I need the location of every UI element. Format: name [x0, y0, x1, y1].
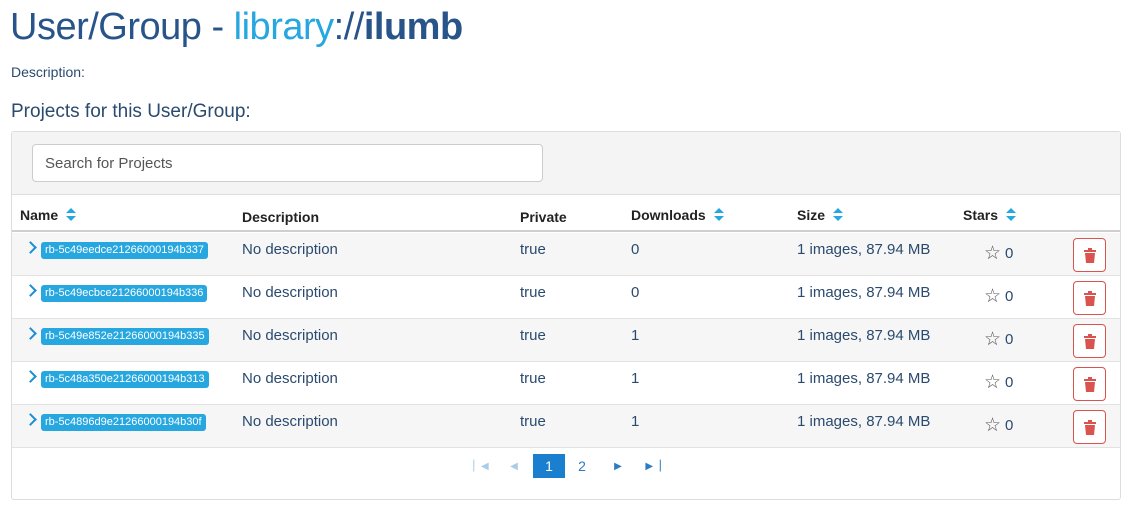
table-row: rb-5c49ecbce21266000194b336 No descripti…: [12, 276, 1120, 319]
next-page-icon[interactable]: ▶: [613, 454, 623, 478]
project-private: true: [520, 370, 546, 387]
project-stars: ☆ 0: [984, 416, 1013, 435]
star-icon[interactable]: ☆: [984, 244, 1001, 263]
column-header-stars-label: Stars: [963, 207, 999, 223]
star-icon[interactable]: ☆: [984, 373, 1001, 392]
project-size: 1 images, 87.94 MB: [797, 284, 931, 301]
column-header-downloads[interactable]: Downloads: [631, 207, 724, 223]
prev-page-icon[interactable]: ◀: [509, 454, 519, 478]
project-private: true: [520, 284, 546, 301]
column-header-private: Private: [520, 209, 567, 225]
project-description: No description: [242, 413, 338, 430]
pagination: ▏◀ ◀ 1 2 ▶ ▶▕: [12, 454, 1120, 480]
delete-project-button[interactable]: [1073, 281, 1106, 315]
sort-icon[interactable]: [66, 208, 77, 222]
title-separator: ://: [333, 6, 365, 48]
project-name-tag[interactable]: rb-5c49eedce21266000194b337: [41, 242, 209, 259]
project-stars-count: 0: [1005, 417, 1014, 434]
project-name-tag[interactable]: rb-5c49e852e21266000194b335: [41, 328, 209, 345]
project-name-tag[interactable]: rb-5c49ecbce21266000194b336: [41, 285, 208, 302]
expand-chevron-icon[interactable]: [24, 327, 37, 340]
project-description: No description: [242, 370, 338, 387]
column-header-name[interactable]: Name: [20, 207, 77, 223]
project-size: 1 images, 87.94 MB: [797, 413, 931, 430]
column-header-private-label: Private: [520, 209, 567, 225]
project-downloads: 0: [631, 241, 640, 258]
project-private: true: [520, 413, 546, 430]
project-downloads: 1: [631, 370, 640, 387]
project-stars-count: 0: [1005, 331, 1014, 348]
table-row: rb-5c49e852e21266000194b335 No descripti…: [12, 319, 1120, 362]
title-protocol: library: [233, 6, 334, 48]
project-stars: ☆ 0: [984, 373, 1013, 392]
search-bar-area: [12, 132, 1120, 195]
project-description: No description: [242, 241, 338, 258]
project-size: 1 images, 87.94 MB: [797, 241, 931, 258]
table-header: Name Description Private Downloads Size …: [12, 195, 1120, 232]
expand-chevron-icon[interactable]: [24, 413, 37, 426]
expand-chevron-icon[interactable]: [24, 241, 37, 254]
star-icon[interactable]: ☆: [984, 287, 1001, 306]
page-title: User/Group - library://ilumb: [10, 6, 463, 49]
trash-icon: [1083, 419, 1096, 435]
project-size: 1 images, 87.94 MB: [797, 370, 931, 387]
delete-project-button[interactable]: [1073, 367, 1106, 401]
project-description: No description: [242, 284, 338, 301]
column-header-size[interactable]: Size: [797, 207, 844, 223]
sort-icon[interactable]: [1006, 208, 1017, 222]
expand-chevron-icon[interactable]: [24, 284, 37, 297]
projects-section-title: Projects for this User/Group:: [11, 101, 251, 122]
trash-icon: [1083, 376, 1096, 392]
project-name-tag[interactable]: rb-5c4896d9e21266000194b30f: [41, 414, 206, 431]
column-header-description-label: Description: [242, 209, 320, 225]
project-stars-count: 0: [1005, 374, 1014, 391]
page-button-2[interactable]: 2: [574, 454, 590, 478]
delete-project-button[interactable]: [1073, 238, 1106, 272]
project-stars-count: 0: [1005, 245, 1014, 262]
page-button-1[interactable]: 1: [533, 454, 565, 478]
search-input[interactable]: [32, 144, 543, 182]
description-label: Description:: [11, 64, 85, 80]
table-row: rb-5c48a350e21266000194b313 No descripti…: [12, 362, 1120, 405]
title-prefix: User/Group -: [10, 6, 234, 48]
project-stars: ☆ 0: [984, 287, 1013, 306]
project-stars: ☆ 0: [984, 330, 1013, 349]
trash-icon: [1083, 290, 1096, 306]
project-stars-count: 0: [1005, 288, 1014, 305]
project-description: No description: [242, 327, 338, 344]
delete-project-button[interactable]: [1073, 410, 1106, 444]
project-downloads: 1: [631, 413, 640, 430]
project-stars: ☆ 0: [984, 244, 1013, 263]
table-body: rb-5c49eedce21266000194b337 No descripti…: [12, 233, 1120, 448]
trash-icon: [1083, 333, 1096, 349]
column-header-stars[interactable]: Stars: [963, 207, 1017, 223]
project-name-tag[interactable]: rb-5c48a350e21266000194b313: [41, 371, 209, 388]
column-header-name-label: Name: [20, 207, 59, 223]
table-row: rb-5c49eedce21266000194b337 No descripti…: [12, 233, 1120, 276]
star-icon[interactable]: ☆: [984, 330, 1001, 349]
sort-icon[interactable]: [713, 208, 724, 222]
column-header-description: Description: [242, 209, 319, 225]
last-page-icon[interactable]: ▶▕: [645, 454, 660, 478]
project-downloads: 0: [631, 284, 640, 301]
column-header-size-label: Size: [797, 207, 826, 223]
project-private: true: [520, 241, 546, 258]
sort-icon[interactable]: [833, 208, 844, 222]
title-entity-name: ilumb: [363, 6, 463, 48]
expand-chevron-icon[interactable]: [24, 370, 37, 383]
projects-panel: Name Description Private Downloads Size …: [11, 131, 1121, 500]
delete-project-button[interactable]: [1073, 324, 1106, 358]
trash-icon: [1083, 247, 1096, 263]
project-private: true: [520, 327, 546, 344]
project-downloads: 1: [631, 327, 640, 344]
table-row: rb-5c4896d9e21266000194b30f No descripti…: [12, 405, 1120, 448]
first-page-icon[interactable]: ▏◀: [473, 454, 488, 478]
column-header-downloads-label: Downloads: [631, 207, 706, 223]
star-icon[interactable]: ☆: [984, 416, 1001, 435]
project-size: 1 images, 87.94 MB: [797, 327, 931, 344]
